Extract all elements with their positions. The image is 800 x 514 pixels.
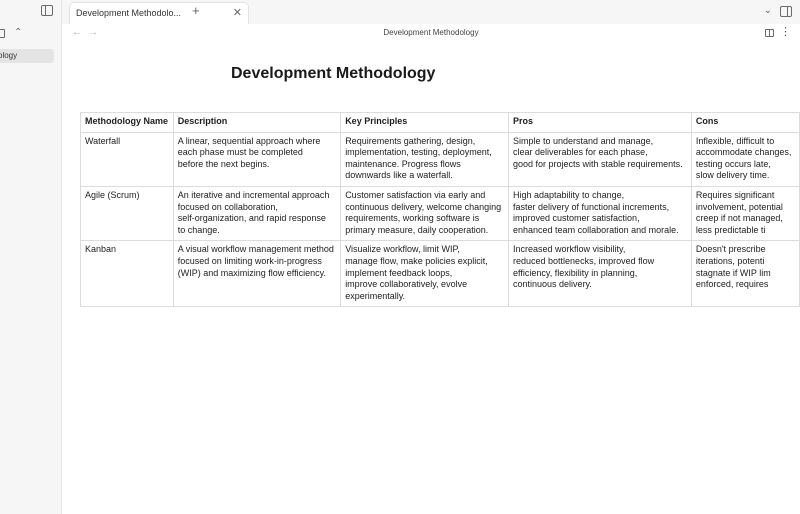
more-options-icon[interactable]: ⋮ xyxy=(780,25,791,38)
table-row: Agile (Scrum) An iterative and increment… xyxy=(80,185,800,242)
table-cell[interactable]: Simple to understand and manage, clear d… xyxy=(508,131,692,187)
table-cell[interactable]: Inflexible, difficult to accommodate cha… xyxy=(690,131,800,187)
file-tree-item-label: ology xyxy=(0,51,18,60)
tab-development-methodology[interactable]: Development Methodolo... ✕ xyxy=(69,2,249,24)
table-cell[interactable]: Waterfall xyxy=(80,131,174,187)
book-icon[interactable] xyxy=(765,29,774,37)
tab-bar: Development Methodolo... ✕ + ⌄ xyxy=(62,0,800,24)
table-header-row: Methodology Name Description Key Princip… xyxy=(80,112,800,133)
page-title: Development Methodology xyxy=(231,65,436,82)
table-cell[interactable]: High adaptability to change, faster deli… xyxy=(508,185,692,242)
column-header[interactable]: Description xyxy=(172,112,342,133)
file-tree-item-active[interactable]: ology xyxy=(0,49,54,63)
methodology-table[interactable]: Methodology Name Description Key Princip… xyxy=(80,112,800,308)
new-note-icon[interactable] xyxy=(0,29,5,38)
new-tab-icon[interactable]: + xyxy=(192,4,200,18)
view-header-title[interactable]: Development Methodology xyxy=(62,28,800,37)
column-header[interactable]: Pros xyxy=(508,112,692,133)
table-cell[interactable]: Visualize workflow, limit WIP, manage fl… xyxy=(340,240,510,308)
chevron-down-icon[interactable]: ⌄ xyxy=(764,5,772,17)
table-cell[interactable]: An iterative and incremental approach fo… xyxy=(172,185,342,242)
table-cell[interactable]: Requires significant involvement, potent… xyxy=(690,185,800,242)
table-cell[interactable]: Customer satisfaction via early and cont… xyxy=(340,185,510,242)
sort-icon[interactable]: ⌃ xyxy=(14,27,22,39)
sidebar-toolbar: ⌃ xyxy=(0,27,61,40)
column-header[interactable]: Key Principles xyxy=(340,112,510,133)
table-cell[interactable]: Requirements gathering, design, implemen… xyxy=(340,131,510,187)
table-row: Kanban A visual workflow management meth… xyxy=(80,240,800,308)
close-icon[interactable]: ✕ xyxy=(233,6,242,20)
sidebar-toggle-icon[interactable] xyxy=(41,5,53,16)
table-cell[interactable]: Increased workflow visibility, reduced b… xyxy=(508,240,692,308)
left-sidebar: ⌃ ology xyxy=(0,0,62,514)
column-header[interactable]: Methodology Name xyxy=(80,112,174,133)
table-cell[interactable]: Kanban xyxy=(80,240,174,308)
table-cell[interactable]: Agile (Scrum) xyxy=(80,185,174,242)
tab-title: Development Methodolo... xyxy=(76,8,182,18)
table-cell[interactable]: A linear, sequential approach where each… xyxy=(172,131,342,187)
view-header: ← → Development Methodology ⋮ xyxy=(62,24,800,44)
right-sidebar-toggle-icon[interactable] xyxy=(780,6,792,17)
table-cell[interactable]: A visual workflow management method focu… xyxy=(172,240,342,308)
table-cell[interactable]: Doesn't prescribe iterations, potenti st… xyxy=(690,240,800,308)
table-row: Waterfall A linear, sequential approach … xyxy=(80,131,800,187)
editor-content[interactable]: Development Methodology Methodology Name… xyxy=(62,44,800,514)
column-header[interactable]: Cons xyxy=(690,112,800,133)
